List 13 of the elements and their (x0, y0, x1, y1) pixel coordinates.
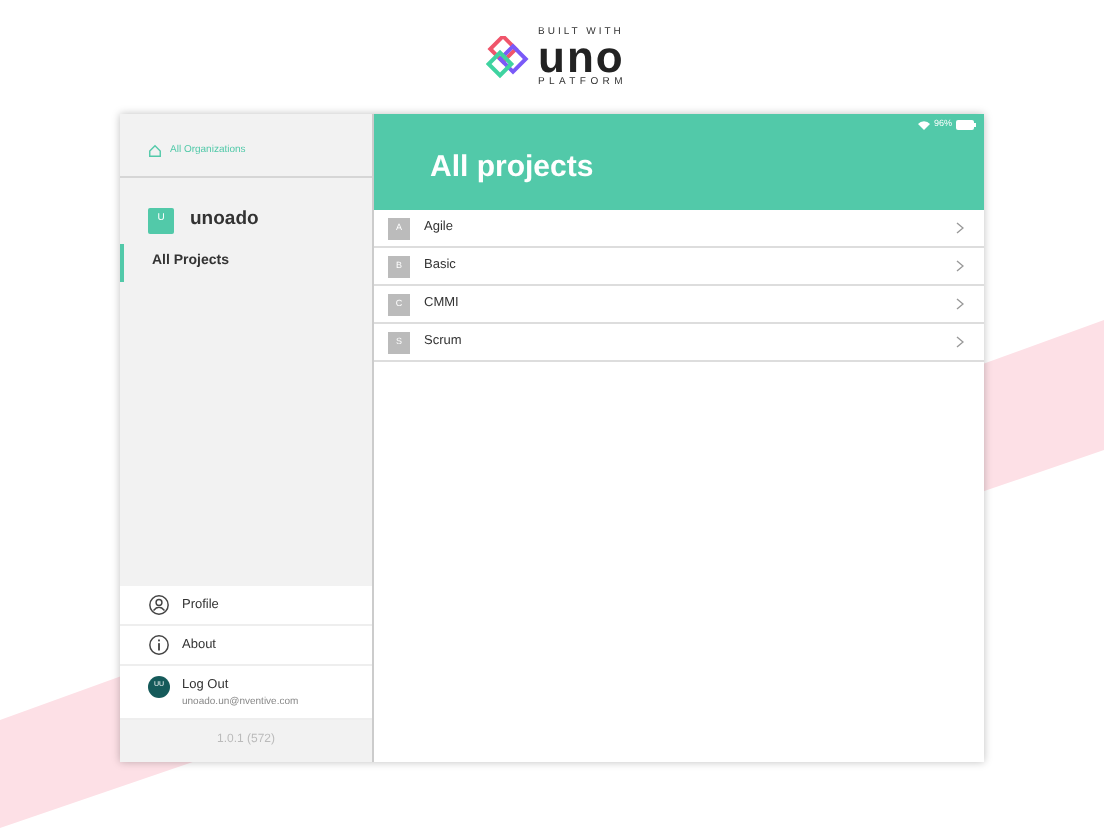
chevron-right-icon (956, 298, 964, 310)
info-icon (148, 633, 170, 655)
page-title: All projects (430, 152, 596, 182)
chevron-right-icon (956, 222, 964, 234)
logo-wordmark: uno (538, 38, 627, 78)
person-icon (148, 593, 170, 615)
organization-name: unoado (190, 206, 259, 234)
chevron-right-icon (956, 336, 964, 348)
wifi-icon (917, 119, 930, 130)
chevron-right-icon (956, 260, 964, 272)
logo-icon (486, 35, 530, 80)
home-icon (148, 144, 162, 158)
battery-icon (956, 119, 976, 130)
